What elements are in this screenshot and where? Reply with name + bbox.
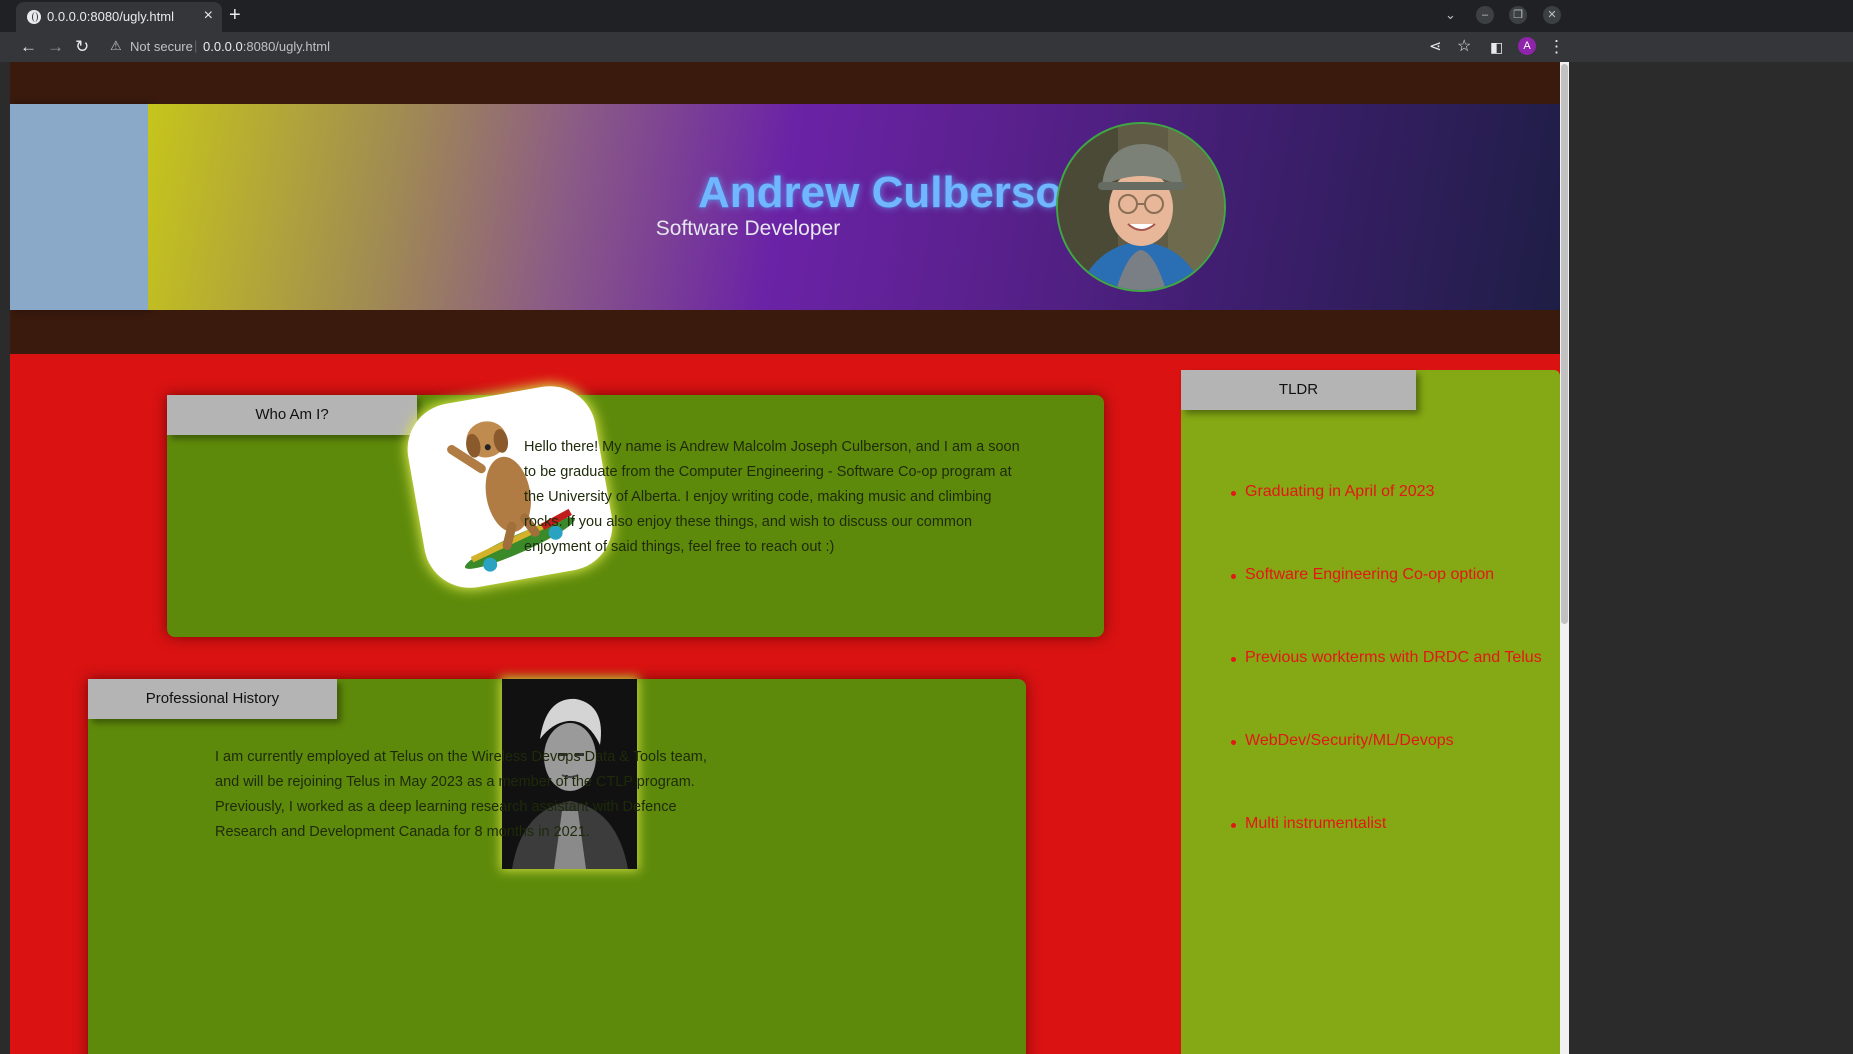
close-tab-icon[interactable]: × [204, 7, 213, 25]
who-am-i-heading: Who Am I? [167, 395, 417, 435]
globe-icon [27, 10, 41, 24]
page-title: Andrew Culberson [698, 168, 1090, 217]
bookmark-star-icon[interactable]: ☆ [1457, 36, 1471, 58]
warning-icon[interactable]: ⚠ [110, 38, 122, 54]
page-viewport: Andrew Culberson Software Developer Who … [10, 62, 1560, 1054]
page-header: Andrew Culberson Software Developer [148, 104, 1560, 310]
tab-title: 0.0.0.0:8080/ugly.html [47, 9, 174, 24]
share-icon[interactable]: ⋖ [1429, 36, 1442, 58]
list-item: WebDev/Security/ML/Devops [1231, 732, 1542, 815]
tldr-heading: TLDR [1181, 370, 1416, 410]
restore-icon[interactable]: ❐ [1509, 6, 1527, 24]
url-text[interactable]: 0.0.0.0:8080/ugly.html [203, 39, 330, 54]
back-icon[interactable]: ← [20, 36, 37, 58]
side-panel-icon[interactable]: ◧ [1490, 36, 1503, 58]
list-item: Software Engineering Co-op option [1231, 566, 1542, 649]
close-window-icon[interactable]: ✕ [1543, 6, 1561, 24]
profile-avatar[interactable]: A [1518, 37, 1536, 55]
list-item: Previous workterms with DRDC and Telus [1231, 649, 1542, 732]
professional-history-heading: Professional History [88, 679, 337, 719]
browser-tab[interactable]: 0.0.0.0:8080/ugly.html × [16, 2, 222, 32]
profile-photo [1056, 122, 1226, 292]
forward-icon[interactable]: → [47, 36, 64, 58]
scrollbar-thumb[interactable] [1561, 64, 1568, 624]
header-side-block [10, 104, 148, 310]
browser-toolbar: ← → ↻ ⚠ Not secure | 0.0.0.0:8080/ugly.h… [0, 32, 1853, 62]
browser-tab-bar: 0.0.0.0:8080/ugly.html × + ⌄ – ❐ ✕ [0, 0, 1853, 32]
menu-kebab-icon[interactable]: ⋮ [1548, 36, 1565, 58]
separator: | [194, 38, 198, 53]
list-item: Graduating in April of 2023 [1231, 483, 1542, 566]
profile-photo-illustration [1058, 124, 1224, 290]
desktop-background [1569, 62, 1853, 1054]
url-host: 0.0.0.0 [203, 39, 243, 54]
page-subtitle: Software Developer [655, 217, 841, 240]
security-label[interactable]: Not secure [130, 39, 193, 54]
url-path: :8080/ugly.html [242, 39, 330, 54]
new-tab-button[interactable]: + [229, 4, 241, 26]
who-am-i-text: Hello there! My name is Andrew Malcolm J… [524, 439, 1020, 555]
tab-search-icon[interactable]: ⌄ [1445, 6, 1456, 24]
reload-icon[interactable]: ↻ [75, 36, 89, 58]
minimize-icon[interactable]: – [1476, 6, 1494, 24]
address-bar[interactable]: ⚠ Not secure | 0.0.0.0:8080/ugly.html [100, 33, 1466, 61]
professional-history-text: I am currently employed at Telus on the … [215, 749, 707, 840]
tldr-list: Graduating in April of 2023 Software Eng… [1231, 483, 1542, 898]
list-item: Multi instrumentalist [1231, 815, 1542, 898]
page-scrollbar[interactable] [1560, 62, 1569, 1054]
